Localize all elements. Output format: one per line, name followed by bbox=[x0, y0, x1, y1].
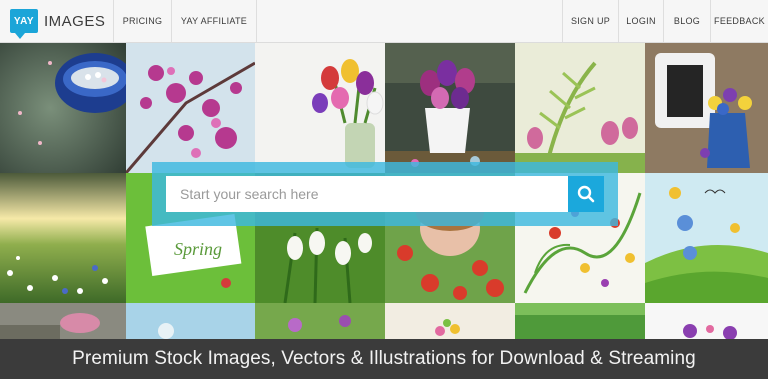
fern-tulips-photo bbox=[515, 43, 645, 173]
row3-e-photo bbox=[515, 303, 645, 339]
row3-c-photo bbox=[255, 303, 385, 339]
photo-tile-row3-c[interactable] bbox=[255, 303, 385, 339]
search-button[interactable] bbox=[568, 176, 604, 212]
photo-tile-row3-b[interactable] bbox=[126, 303, 255, 339]
nav-yay-affiliate[interactable]: YAY AFFILIATE bbox=[172, 0, 257, 42]
frame-pitcher-photo bbox=[645, 43, 768, 173]
spring-card-text: Spring bbox=[174, 239, 222, 259]
top-nav: YAY IMAGES PRICING YAY AFFILIATE SIGN UP… bbox=[0, 0, 768, 43]
row3-f-photo bbox=[645, 303, 768, 339]
nav-sign-up[interactable]: SIGN UP bbox=[562, 0, 618, 42]
photo-tile-row3-e[interactable] bbox=[515, 303, 645, 339]
photo-tile-pink-blossom[interactable] bbox=[126, 43, 255, 173]
nav-blog[interactable]: BLOG bbox=[663, 0, 710, 42]
nav-feedback[interactable]: FEEDBACK bbox=[710, 0, 768, 42]
row3-a-photo bbox=[0, 303, 126, 339]
tulips-vase-light-photo bbox=[255, 43, 385, 173]
photo-tile-tulips-vase-light[interactable] bbox=[255, 43, 385, 173]
tagline: Premium Stock Images, Vectors & Illustra… bbox=[72, 348, 696, 369]
photo-tile-row3-f[interactable] bbox=[645, 303, 768, 339]
pink-blossom-photo bbox=[126, 43, 255, 173]
blue-bowl-photo bbox=[0, 43, 126, 173]
photo-tile-row3-a[interactable] bbox=[0, 303, 126, 339]
photo-tile-meadow-illustration[interactable] bbox=[645, 173, 768, 303]
logo[interactable]: YAY IMAGES bbox=[0, 0, 114, 42]
nav-login[interactable]: LOGIN bbox=[618, 0, 663, 42]
search-input[interactable] bbox=[166, 176, 568, 212]
photo-tile-meadow[interactable] bbox=[0, 173, 126, 303]
photo-tile-blue-bowl[interactable] bbox=[0, 43, 126, 173]
meadow-illustration bbox=[645, 173, 768, 303]
tulips-cup-dark-photo bbox=[385, 43, 515, 173]
photo-tile-row3-d[interactable] bbox=[385, 303, 515, 339]
meadow-photo bbox=[0, 173, 126, 303]
logo-badge: YAY bbox=[10, 9, 38, 39]
search-panel bbox=[152, 162, 618, 226]
logo-wordmark: IMAGES bbox=[44, 12, 106, 30]
photo-tile-tulips-cup-dark[interactable] bbox=[385, 43, 515, 173]
row3-b-photo bbox=[126, 303, 255, 339]
tagline-bar: Premium Stock Images, Vectors & Illustra… bbox=[0, 339, 768, 379]
photo-tile-fern-tulips[interactable] bbox=[515, 43, 645, 173]
row3-d-photo bbox=[385, 303, 515, 339]
photo-tile-frame-pitcher[interactable] bbox=[645, 43, 768, 173]
nav-pricing[interactable]: PRICING bbox=[114, 0, 172, 42]
search-icon bbox=[577, 185, 595, 203]
